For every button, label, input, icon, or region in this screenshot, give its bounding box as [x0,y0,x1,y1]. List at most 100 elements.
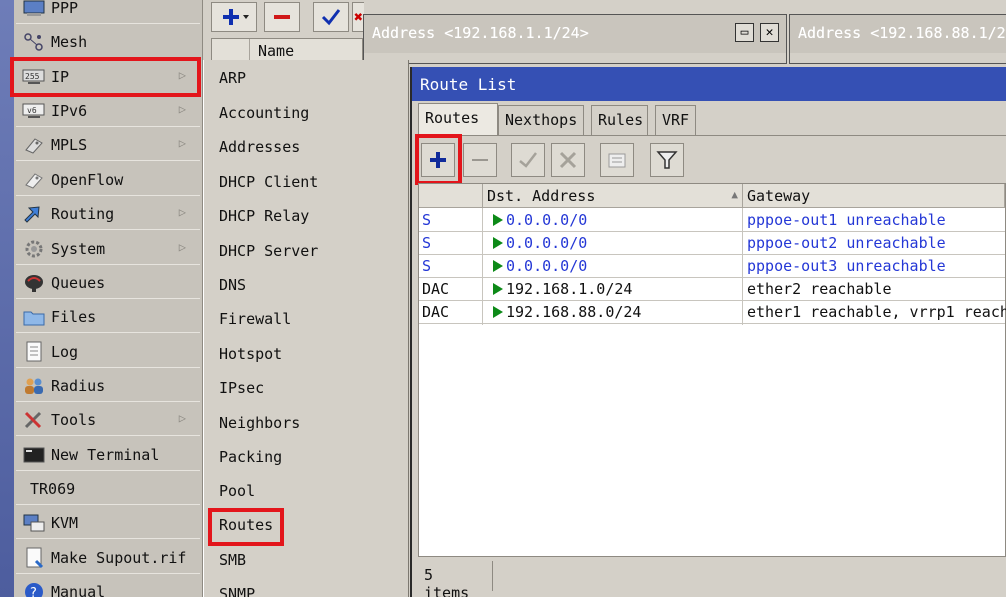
submenu-item-accounting[interactable]: Accounting [213,101,315,127]
sidebar-item-openflow[interactable]: OpenFlow [16,164,200,196]
row-flags: S [422,211,432,229]
row-gateway: pppoe-out3 unreachable [747,257,946,275]
submenu-item-routes[interactable]: Routes [207,508,285,546]
check-icon [321,9,341,26]
sidebar-item-label: Radius [51,376,106,395]
comment-button[interactable] [600,143,634,177]
table-row[interactable]: DAC 192.168.1.0/24 ether2 reachable [419,278,1005,301]
column-header-gateway[interactable]: Gateway [743,184,1005,208]
filter-button[interactable] [650,143,684,177]
sidebar: PPP Mesh 255 IP ▷ v6 IPv6 ▷ MPLS ▷ OpenF… [0,0,203,597]
chevron-right-icon: ▷ [178,102,186,116]
queues-icon [22,272,46,294]
sidebar-item-new-terminal[interactable]: New Terminal [16,439,200,471]
add-dropdown-button[interactable] [211,2,257,32]
sidebar-item-label: Routing [51,204,115,223]
submenu-item-dhcp-server[interactable]: DHCP Server [213,239,324,265]
tab-vrf[interactable]: VRF [655,105,696,135]
tab-routes[interactable]: Routes [418,103,498,135]
routes-table: Dst. Address ▲ Gateway S 0.0.0.0/0 pppoe… [418,183,1006,557]
sidebar-item-radius[interactable]: Radius [16,370,200,402]
ppp-icon [22,0,46,19]
sidebar-item-files[interactable]: Files [16,301,200,333]
terminal-icon [22,444,46,466]
sidebar-item-label: Make Supout.rif [51,548,187,567]
table-row[interactable]: S 0.0.0.0/0 pppoe-out2 unreachable [419,232,1005,255]
sidebar-item-manual[interactable]: ? Manual [16,576,200,597]
row-dst: 0.0.0.0/0 [493,211,587,229]
table-row[interactable]: DAC 192.168.88.0/24 ether1 reachable, vr… [419,301,1006,324]
sidebar-item-queues[interactable]: Queues [16,267,200,299]
submenu-item-ipsec[interactable]: IPsec [213,376,270,402]
sidebar-item-mesh[interactable]: Mesh [16,26,200,58]
sidebar-item-log[interactable]: Log [16,336,200,368]
routing-icon [22,203,46,225]
sidebar-item-label: Queues [51,273,106,292]
sidebar-item-label: IPv6 [51,101,88,120]
chevron-right-icon: ▷ [178,136,186,150]
sidebar-item-routing[interactable]: Routing ▷ [16,198,200,230]
check-icon [519,152,537,168]
sidebar-item-tools[interactable]: Tools ▷ [16,404,200,436]
sidebar-item-label: Mesh [51,32,88,51]
disable-route-button[interactable] [551,143,585,177]
svg-text:?: ? [30,586,37,597]
close-icon[interactable]: ✕ [760,23,779,42]
sidebar-item-kvm[interactable]: KVM [16,507,200,539]
add-route-button[interactable] [421,143,455,177]
submenu-item-dhcp-relay[interactable]: DHCP Relay [213,204,315,230]
chevron-right-icon: ▷ [178,240,186,254]
plus-icon [223,9,249,25]
submenu-item-addresses[interactable]: Addresses [213,135,306,161]
tools-icon [22,409,46,431]
ip-icon: 255 [22,66,46,88]
sidebar-item-ip[interactable]: 255 IP ▷ [10,57,201,97]
route-list-title: Route List [412,67,1006,101]
submenu-item-dhcp-client[interactable]: DHCP Client [213,170,324,196]
status-bar-count: 5 items [424,566,470,597]
active-route-icon [493,283,503,295]
remove-route-button[interactable] [463,143,497,177]
submenu-item-pool[interactable]: Pool [213,479,261,505]
address-window-2[interactable]: Address <192.168.88.1/24> [789,14,1006,64]
tab-nexthops[interactable]: Nexthops [498,105,584,135]
route-list-window[interactable]: Route List Routes Nexthops Rules VRF Dst… [410,67,1006,597]
submenu-item-hotspot[interactable]: Hotspot [213,342,288,368]
log-icon [22,341,46,363]
sidebar-item-mpls[interactable]: MPLS ▷ [16,129,200,161]
cross-icon [559,151,577,169]
sidebar-item-label: OpenFlow [51,170,124,189]
submenu-item-dns[interactable]: DNS [213,273,252,299]
remove-button[interactable] [264,2,300,32]
row-flags: S [422,257,432,275]
column-header-dst-address[interactable]: Dst. Address ▲ [483,184,743,208]
submenu-item-smb[interactable]: SMB [213,548,252,574]
chevron-right-icon: ▷ [178,411,186,425]
active-route-icon [493,260,503,272]
submenu-item-snmp[interactable]: SNMP [213,582,261,597]
sidebar-item-make-supout[interactable]: Make Supout.rif [16,542,200,574]
help-icon: ? [22,581,46,597]
maximize-icon[interactable]: ▭ [735,23,754,42]
table-row[interactable]: S 0.0.0.0/0 pppoe-out3 unreachable [419,255,1005,278]
sidebar-item-label: TR069 [30,479,76,498]
sidebar-item-ipv6[interactable]: v6 IPv6 ▷ [16,95,200,127]
submenu-item-packing[interactable]: Packing [213,445,288,471]
row-dst: 0.0.0.0/0 [493,257,587,275]
column-header-flags[interactable] [419,184,483,208]
enable-route-button[interactable] [511,143,545,177]
enable-button[interactable] [313,2,349,32]
sidebar-item-tr069[interactable]: TR069 [16,473,200,505]
tab-rules[interactable]: Rules [591,105,648,135]
table-row[interactable]: S 0.0.0.0/0 pppoe-out1 unreachable [419,209,1005,232]
sidebar-item-label: Tools [51,410,97,429]
address-window-1[interactable]: Address <192.168.1.1/24> ▭ ✕ [363,14,787,64]
mpls-icon [22,134,46,156]
sidebar-item-ppp[interactable]: PPP [16,0,200,24]
submenu-item-neighbors[interactable]: Neighbors [213,411,306,437]
submenu-item-firewall[interactable]: Firewall [213,307,297,333]
active-route-icon [493,214,503,226]
sidebar-item-system[interactable]: System ▷ [16,233,200,265]
sort-asc-icon: ▲ [731,188,738,201]
submenu-item-arp[interactable]: ARP [213,66,252,92]
